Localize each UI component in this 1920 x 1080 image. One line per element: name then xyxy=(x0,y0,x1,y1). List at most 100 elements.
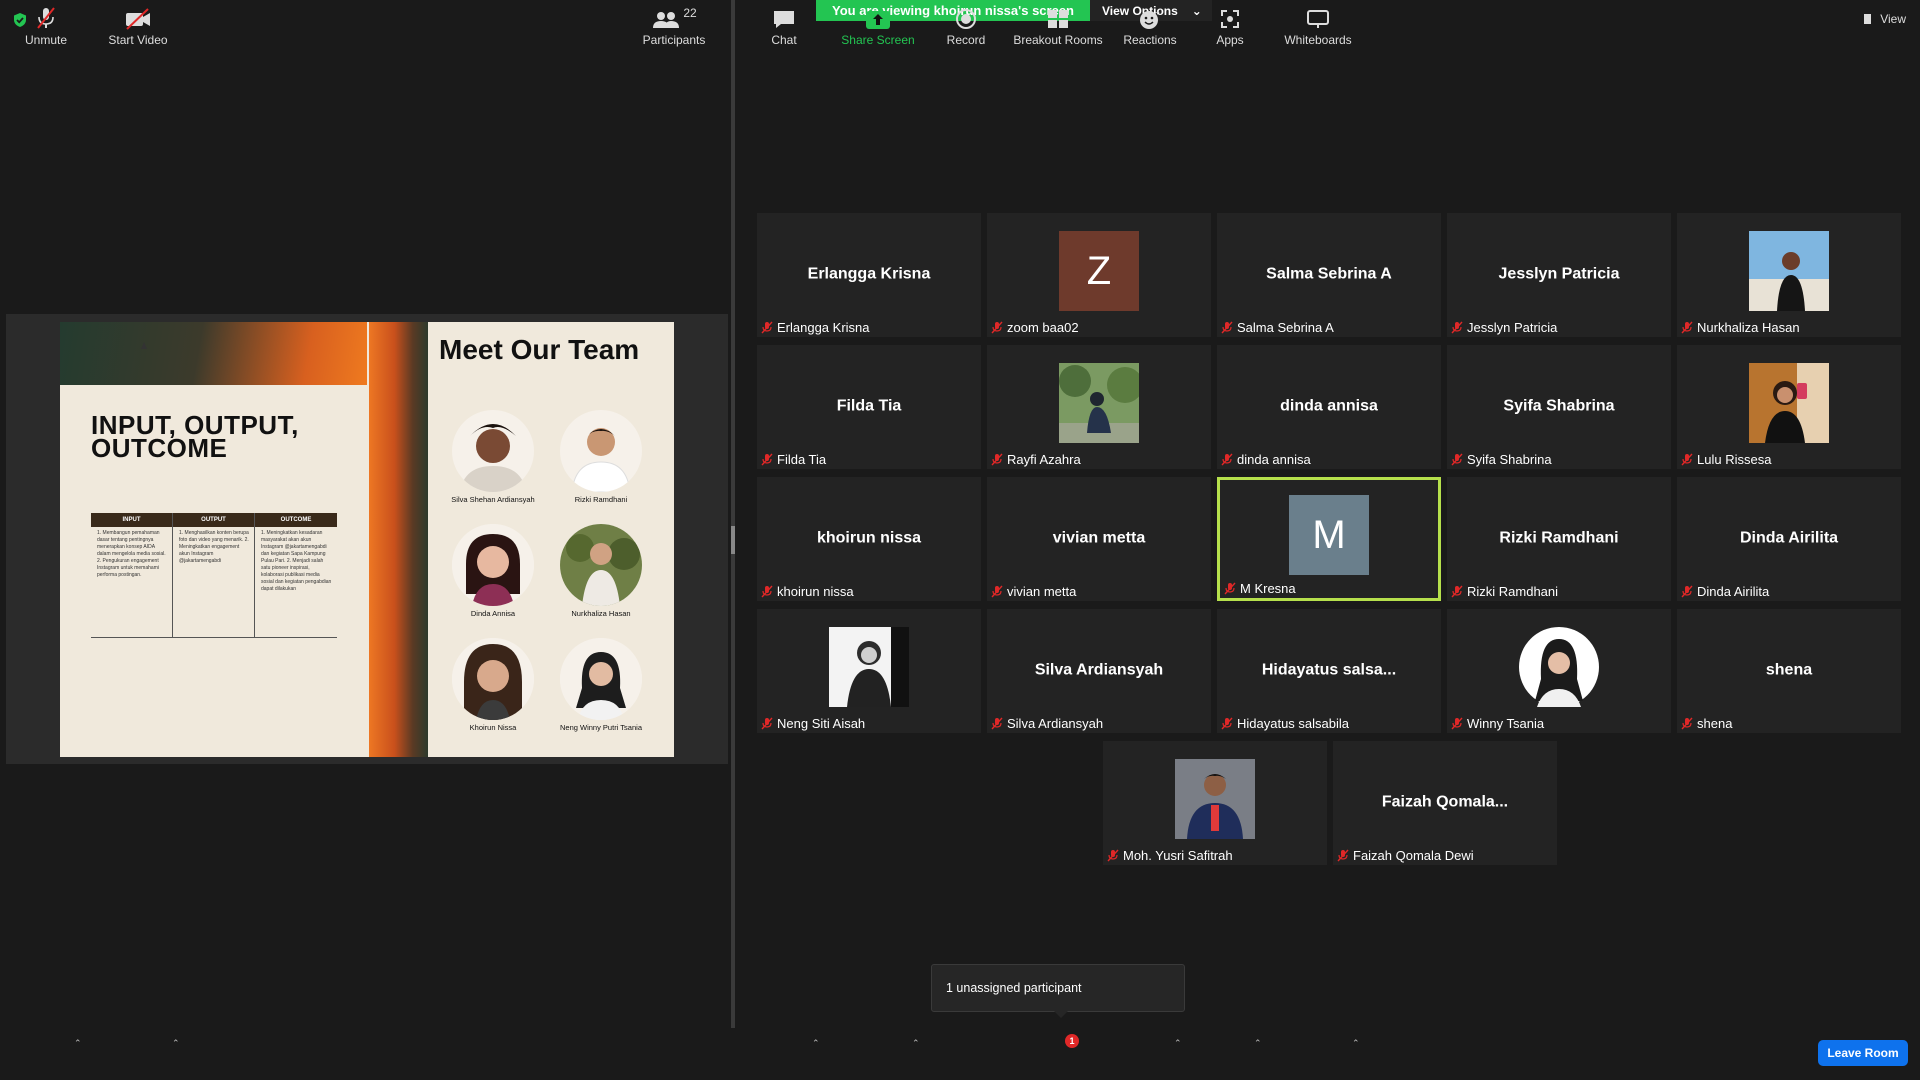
participant-display-name: dinda annisa xyxy=(1280,397,1378,415)
participant-name: Winny Tsania xyxy=(1467,716,1545,731)
slide-table-column: OUTCOME 1. Meningkatkan kesadaran masyar… xyxy=(255,513,337,637)
participant-photo xyxy=(1059,363,1139,443)
participant-name-label: Lulu Rissesa xyxy=(1681,452,1771,467)
participant-photo xyxy=(1175,759,1255,839)
share-screen-button[interactable]: Share Screen xyxy=(838,0,918,52)
participant-name-label: Syifa Shabrina xyxy=(1451,452,1552,467)
participant-tile[interactable]: shena shena xyxy=(1677,609,1901,733)
share-options-caret-icon[interactable]: ⌃ xyxy=(912,1038,920,1049)
breakout-rooms-button[interactable]: Breakout Rooms xyxy=(1012,0,1104,52)
chat-label: Chat xyxy=(771,33,797,47)
member-photo xyxy=(452,638,534,720)
participant-name: Silva Ardiansyah xyxy=(1007,716,1104,731)
audio-options-caret-icon[interactable]: ⌃ xyxy=(74,1038,82,1049)
participant-tile[interactable]: Moh. Yusri Safitrah xyxy=(1103,741,1327,865)
participant-tile[interactable]: Zzoom baa02 xyxy=(987,213,1211,337)
splitter-handle[interactable] xyxy=(731,526,735,554)
apps-caret-icon[interactable]: ⌃ xyxy=(1254,1038,1262,1049)
unmute-button[interactable]: Unmute xyxy=(14,0,78,52)
video-options-caret-icon[interactable]: ⌃ xyxy=(172,1038,180,1049)
participant-tile[interactable]: vivian metta vivian metta xyxy=(987,477,1211,601)
record-button[interactable]: Record xyxy=(940,0,992,52)
zoom-meeting-window: You are viewing khoirun nissa's screen V… xyxy=(0,0,1920,1080)
mic-muted-icon xyxy=(761,453,773,466)
participant-name: vivian metta xyxy=(1007,584,1077,599)
mic-muted-icon xyxy=(761,585,773,598)
participant-name: shena xyxy=(1697,716,1733,731)
mic-muted-icon xyxy=(991,717,1003,730)
participant-tile[interactable]: Jesslyn Patricia Jesslyn Patricia xyxy=(1447,213,1671,337)
start-video-button[interactable]: Start Video xyxy=(100,0,176,52)
participant-tile[interactable]: Nurkhaliza Hasan xyxy=(1677,213,1901,337)
whiteboards-caret-icon[interactable]: ⌃ xyxy=(1352,1038,1360,1049)
whiteboard-icon xyxy=(1307,10,1329,28)
participant-name-label: Salma Sebrina A xyxy=(1221,320,1334,335)
chat-options-caret-icon[interactable]: ⌃ xyxy=(812,1038,820,1049)
participant-name-label: Dinda Airilita xyxy=(1681,584,1769,599)
member-photo xyxy=(560,410,642,492)
participant-tile[interactable]: Rayfi Azahra xyxy=(987,345,1211,469)
participant-tile[interactable]: Erlangga Krisna Erlangga Krisna xyxy=(757,213,981,337)
participant-tile[interactable]: Salma Sebrina A Salma Sebrina A xyxy=(1217,213,1441,337)
participant-name-label: Nurkhaliza Hasan xyxy=(1681,320,1800,335)
participant-tile[interactable]: Silva Ardiansyah Silva Ardiansyah xyxy=(987,609,1211,733)
participant-display-name: Filda Tia xyxy=(836,397,902,415)
view-label: View xyxy=(1880,12,1906,26)
participant-tile[interactable]: Filda Tia Filda Tia xyxy=(757,345,981,469)
participant-name-label: Winny Tsania xyxy=(1451,716,1544,731)
participant-name: Jesslyn Patricia xyxy=(1467,320,1558,335)
view-button[interactable]: View xyxy=(1864,12,1906,26)
participant-photo xyxy=(1749,363,1829,443)
participants-button[interactable]: 22 Participants xyxy=(636,0,712,52)
participant-name: Salma Sebrina A xyxy=(1237,320,1334,335)
share-screen-label: Share Screen xyxy=(841,33,915,47)
reactions-label: Reactions xyxy=(1123,33,1177,47)
participant-name-label: dinda annisa xyxy=(1221,452,1311,467)
participant-name: khoirun nissa xyxy=(777,584,854,599)
participant-tile[interactable]: M M Kresna xyxy=(1217,477,1441,601)
chat-icon xyxy=(774,11,794,28)
video-off-icon xyxy=(126,8,150,30)
reactions-button[interactable]: + Reactions xyxy=(1120,0,1180,52)
participant-tile[interactable]: Hidayatus salsa... Hidayatus salsabila xyxy=(1217,609,1441,733)
reactions-caret-icon[interactable]: ⌃ xyxy=(1174,1038,1182,1049)
participants-icon xyxy=(653,12,680,28)
member-photo xyxy=(560,638,642,720)
participant-photo xyxy=(1519,627,1599,707)
participant-display-name: Dinda Airilita xyxy=(1739,529,1839,547)
participant-tile[interactable]: khoirun nissa khoirun nissa xyxy=(757,477,981,601)
apps-button[interactable]: Apps xyxy=(1206,0,1254,52)
participant-tile[interactable]: Rizki Ramdhani Rizki Ramdhani xyxy=(1447,477,1671,601)
whiteboards-button[interactable]: Whiteboards xyxy=(1278,0,1358,52)
team-member: Neng Winny Putri Tsania xyxy=(546,638,656,732)
participant-tile[interactable]: Winny Tsania xyxy=(1447,609,1671,733)
participant-tile[interactable]: Syifa Shabrina Syifa Shabrina xyxy=(1447,345,1671,469)
participant-tile[interactable]: Lulu Rissesa xyxy=(1677,345,1901,469)
participant-name-label: M Kresna xyxy=(1224,581,1296,596)
tooltip-arrow xyxy=(1054,1011,1068,1018)
mic-muted-icon xyxy=(991,585,1003,598)
participant-name: Erlangga Krisna xyxy=(777,320,870,335)
participant-name-label: Filda Tia xyxy=(761,452,826,467)
participant-display-name: Silva Ardiansyah xyxy=(1034,661,1164,679)
participant-name: Rizki Ramdhani xyxy=(1467,584,1559,599)
mic-muted-icon xyxy=(1451,717,1463,730)
slide-table-cell: 1. Menghasilkan konten berupa foto dan v… xyxy=(179,530,249,564)
member-name: Neng Winny Putri Tsania xyxy=(560,723,642,732)
participant-tile[interactable]: dinda annisa dinda annisa xyxy=(1217,345,1441,469)
participant-tile[interactable]: Neng Siti Aisah xyxy=(757,609,981,733)
participant-name: zoom baa02 xyxy=(1007,320,1079,335)
leave-room-button[interactable]: Leave Room xyxy=(1818,1040,1908,1066)
member-name: Khoirun Nissa xyxy=(469,723,517,732)
view-splitter[interactable] xyxy=(731,0,735,1028)
svg-text:+: + xyxy=(1155,8,1160,17)
mic-muted-icon xyxy=(1107,849,1119,862)
participant-avatar: Z xyxy=(1059,231,1139,311)
chat-button[interactable]: Chat xyxy=(760,0,808,52)
grid-view-icon xyxy=(1864,14,1875,24)
participant-tile[interactable]: Dinda Airilita Dinda Airilita xyxy=(1677,477,1901,601)
participant-tile[interactable]: Faizah Qomala... Faizah Qomala Dewi xyxy=(1333,741,1557,865)
tooltip-text: 1 unassigned participant xyxy=(946,981,1082,995)
mic-muted-icon xyxy=(37,7,55,29)
team-member: Dinda Annisa xyxy=(438,524,548,618)
